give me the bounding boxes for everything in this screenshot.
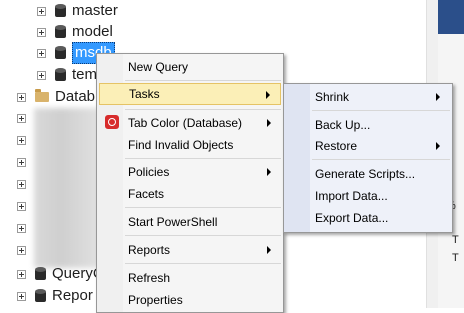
expand-icon[interactable]: [17, 224, 26, 233]
menu-item-label: Reports: [128, 243, 171, 257]
menu-item-import-data[interactable]: Import Data...: [286, 185, 450, 207]
database-icon: [55, 25, 66, 39]
menu-item-label: Tab Color (Database): [128, 116, 243, 130]
expand-icon[interactable]: [17, 180, 26, 189]
menu-item-label: Shrink: [315, 90, 350, 104]
tree-node-label: Datab: [55, 88, 96, 105]
database-icon: [55, 46, 66, 60]
menu-separator: [125, 109, 281, 110]
expand-icon[interactable]: [17, 114, 26, 123]
menu-item-tasks[interactable]: Tasks: [99, 83, 281, 105]
menu-item-find-invalid-objects[interactable]: Find Invalid Objects: [99, 134, 281, 156]
tab-color-icon: [105, 115, 119, 129]
menu-item-facets[interactable]: Facets: [99, 183, 281, 205]
tree-node-reports[interactable]: Repor: [17, 286, 93, 306]
menu-separator: [312, 159, 450, 160]
expand-icon[interactable]: [17, 246, 26, 255]
tree-node-model[interactable]: model: [37, 22, 113, 42]
expand-icon[interactable]: [17, 158, 26, 167]
menu-separator: [125, 263, 281, 264]
menu-item-generate-scripts[interactable]: Generate Scripts...: [286, 163, 450, 185]
expand-icon[interactable]: [37, 70, 46, 80]
database-icon: [55, 68, 66, 82]
database-context-menu: New Query Tasks Tab Color (Database) Fin…: [96, 53, 284, 313]
text-fragment: T: [452, 234, 459, 246]
menu-item-export-data[interactable]: Export Data...: [286, 207, 450, 229]
folder-icon: [35, 89, 49, 102]
tree-node-databases-folder[interactable]: Datab: [17, 87, 95, 107]
database-icon: [35, 267, 46, 281]
menu-item-label: Facets: [128, 187, 165, 201]
menu-item-reports[interactable]: Reports: [99, 239, 281, 261]
menu-separator: [125, 235, 281, 236]
menu-item-shrink[interactable]: Shrink: [286, 86, 450, 108]
menu-item-policies[interactable]: Policies: [99, 161, 281, 183]
submenu-arrow-icon: [436, 93, 440, 101]
menu-separator: [125, 158, 281, 159]
expand-icon[interactable]: [17, 202, 26, 211]
expand-icon[interactable]: [37, 48, 46, 58]
expand-icon[interactable]: [37, 27, 46, 37]
menu-item-label: Import Data...: [315, 189, 388, 203]
expand-icon[interactable]: [17, 291, 26, 301]
menu-item-label: Tasks: [129, 87, 160, 101]
expand-icon[interactable]: [17, 269, 26, 279]
menu-item-start-powershell[interactable]: Start PowerShell: [99, 211, 281, 233]
menu-item-label: Export Data...: [315, 211, 389, 225]
submenu-arrow-icon: [267, 119, 271, 127]
menu-item-back-up[interactable]: Back Up...: [286, 114, 450, 136]
menu-item-new-query[interactable]: New Query: [99, 56, 281, 78]
menu-separator: [312, 110, 450, 111]
menu-item-label: Refresh: [128, 271, 171, 285]
text-fragment: T: [452, 252, 459, 264]
menu-item-label: Back Up...: [315, 118, 371, 132]
menu-item-label: Properties: [128, 293, 183, 307]
submenu-arrow-icon: [266, 91, 270, 99]
tree-node-label: model: [72, 23, 113, 40]
expand-icon[interactable]: [17, 136, 26, 145]
expand-icon[interactable]: [37, 6, 46, 16]
menu-separator: [125, 80, 281, 81]
submenu-arrow-icon: [267, 168, 271, 176]
menu-item-label: Generate Scripts...: [315, 167, 416, 181]
expand-icon[interactable]: [17, 92, 26, 102]
tasks-submenu: Shrink Back Up... Restore Generate Scrip…: [283, 83, 453, 233]
tree-node-querystore[interactable]: QueryC: [17, 264, 104, 284]
submenu-arrow-icon: [436, 142, 440, 150]
blurred-tree-items: [34, 108, 102, 268]
menu-item-label: Find Invalid Objects: [128, 138, 234, 152]
submenu-arrow-icon: [267, 246, 271, 254]
tree-node-tempdb[interactable]: tem: [37, 65, 97, 85]
right-pane-header: [438, 0, 464, 34]
tree-node-master[interactable]: master: [37, 1, 118, 21]
menu-item-restore[interactable]: Restore: [286, 135, 450, 157]
menu-item-tab-color[interactable]: Tab Color (Database): [99, 112, 281, 134]
menu-separator: [125, 207, 281, 208]
tree-node-label: Repor: [52, 287, 93, 304]
menu-item-label: Policies: [128, 165, 170, 179]
tree-node-label: master: [72, 2, 118, 19]
menu-item-refresh[interactable]: Refresh: [99, 267, 281, 289]
tree-node-label: tem: [72, 66, 98, 83]
menu-item-label: Start PowerShell: [128, 215, 218, 229]
menu-item-label: New Query: [128, 60, 189, 74]
database-icon: [35, 289, 46, 303]
menu-item-label: Restore: [315, 139, 358, 153]
database-icon: [55, 4, 66, 18]
